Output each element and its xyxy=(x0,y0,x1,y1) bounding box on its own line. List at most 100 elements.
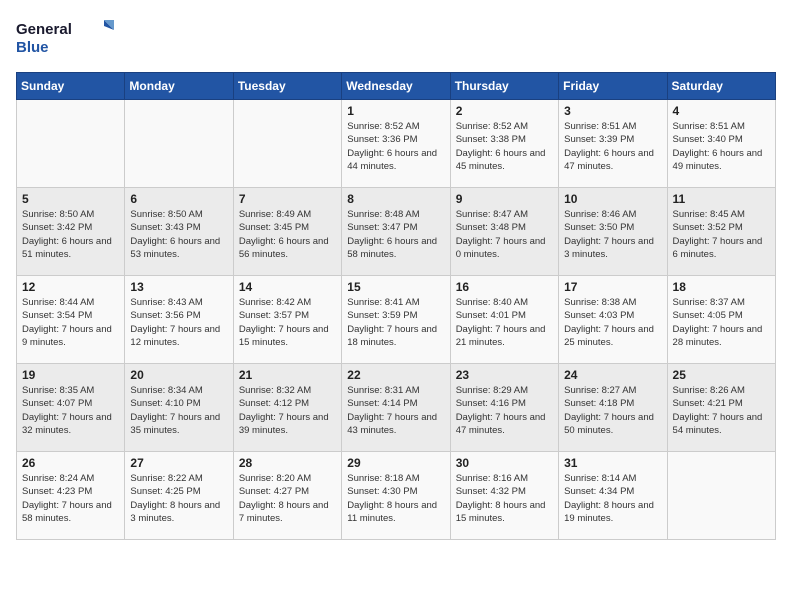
logo-icon: General Blue xyxy=(16,16,116,60)
calendar-cell: 10 Sunrise: 8:46 AMSunset: 3:50 PMDayligh… xyxy=(559,188,667,276)
calendar-cell: 5Sunrise: 8:50 AMSunset: 3:42 PMDaylight… xyxy=(17,188,125,276)
header-saturday: Saturday xyxy=(667,73,775,100)
day-info: Sunrise: 8:41 AMSunset: 3:59 PMDaylight:… xyxy=(347,296,444,349)
day-info: Sunrise: 8:14 AMSunset: 4:34 PMDaylight:… xyxy=(564,472,661,525)
calendar-cell: 17 Sunrise: 8:38 AMSunset: 4:03 PMDayligh… xyxy=(559,276,667,364)
day-number: 16 xyxy=(456,280,553,294)
day-number: 2 xyxy=(456,104,553,118)
logo: General Blue xyxy=(16,16,116,60)
header-friday: Friday xyxy=(559,73,667,100)
day-info: Sunrise: 8:35 AMSunset: 4:07 PMDaylight:… xyxy=(22,384,119,437)
calendar-cell: 22 Sunrise: 8:31 AMSunset: 4:14 PMDayligh… xyxy=(342,364,450,452)
calendar-week-5: 26 Sunrise: 8:24 AMSunset: 4:23 PMDayligh… xyxy=(17,452,776,540)
day-info: Sunrise: 8:52 AMSunset: 3:36 PMDaylight:… xyxy=(347,120,444,173)
day-number: 27 xyxy=(130,456,227,470)
calendar-week-1: 1 Sunrise: 8:52 AMSunset: 3:36 PMDaylight… xyxy=(17,100,776,188)
calendar-cell: 12Sunrise: 8:44 AMSunset: 3:54 PMDayligh… xyxy=(17,276,125,364)
calendar-table: SundayMondayTuesdayWednesdayThursdayFrid… xyxy=(16,72,776,540)
header-thursday: Thursday xyxy=(450,73,558,100)
day-number: 19 xyxy=(22,368,119,382)
day-number: 1 xyxy=(347,104,444,118)
day-number: 12 xyxy=(22,280,119,294)
day-number: 26 xyxy=(22,456,119,470)
day-info: Sunrise: 8:46 AMSunset: 3:50 PMDaylight:… xyxy=(564,208,661,261)
day-number: 28 xyxy=(239,456,336,470)
calendar-cell: 26 Sunrise: 8:24 AMSunset: 4:23 PMDayligh… xyxy=(17,452,125,540)
day-number: 25 xyxy=(673,368,770,382)
day-number: 17 xyxy=(564,280,661,294)
calendar-week-3: 12Sunrise: 8:44 AMSunset: 3:54 PMDayligh… xyxy=(17,276,776,364)
day-info: Sunrise: 8:48 AMSunset: 3:47 PMDaylight:… xyxy=(347,208,444,261)
calendar-cell: 3 Sunrise: 8:51 AMSunset: 3:39 PMDaylight… xyxy=(559,100,667,188)
day-number: 8 xyxy=(347,192,444,206)
day-info: Sunrise: 8:29 AMSunset: 4:16 PMDaylight:… xyxy=(456,384,553,437)
day-info: Sunrise: 8:50 AMSunset: 3:43 PMDaylight:… xyxy=(130,208,227,261)
calendar-cell: 25 Sunrise: 8:26 AMSunset: 4:21 PMDayligh… xyxy=(667,364,775,452)
svg-text:General: General xyxy=(16,21,72,38)
calendar-cell: 2 Sunrise: 8:52 AMSunset: 3:38 PMDaylight… xyxy=(450,100,558,188)
svg-text:Blue: Blue xyxy=(16,39,49,56)
day-number: 15 xyxy=(347,280,444,294)
day-info: Sunrise: 8:38 AMSunset: 4:03 PMDaylight:… xyxy=(564,296,661,349)
page-header: General Blue xyxy=(16,16,776,60)
day-number: 18 xyxy=(673,280,770,294)
calendar-cell: 1 Sunrise: 8:52 AMSunset: 3:36 PMDaylight… xyxy=(342,100,450,188)
day-info: Sunrise: 8:18 AMSunset: 4:30 PMDaylight:… xyxy=(347,472,444,525)
calendar-cell xyxy=(233,100,341,188)
day-info: Sunrise: 8:20 AMSunset: 4:27 PMDaylight:… xyxy=(239,472,336,525)
day-info: Sunrise: 8:52 AMSunset: 3:38 PMDaylight:… xyxy=(456,120,553,173)
day-number: 9 xyxy=(456,192,553,206)
day-info: Sunrise: 8:22 AMSunset: 4:25 PMDaylight:… xyxy=(130,472,227,525)
day-info: Sunrise: 8:45 AMSunset: 3:52 PMDaylight:… xyxy=(673,208,770,261)
day-info: Sunrise: 8:49 AMSunset: 3:45 PMDaylight:… xyxy=(239,208,336,261)
calendar-cell: 13 Sunrise: 8:43 AMSunset: 3:56 PMDayligh… xyxy=(125,276,233,364)
day-info: Sunrise: 8:16 AMSunset: 4:32 PMDaylight:… xyxy=(456,472,553,525)
day-number: 20 xyxy=(130,368,227,382)
day-info: Sunrise: 8:40 AMSunset: 4:01 PMDaylight:… xyxy=(456,296,553,349)
header-sunday: Sunday xyxy=(17,73,125,100)
calendar-cell: 28 Sunrise: 8:20 AMSunset: 4:27 PMDayligh… xyxy=(233,452,341,540)
day-number: 13 xyxy=(130,280,227,294)
calendar-cell xyxy=(667,452,775,540)
day-number: 6 xyxy=(130,192,227,206)
day-number: 24 xyxy=(564,368,661,382)
calendar-cell: 20 Sunrise: 8:34 AMSunset: 4:10 PMDayligh… xyxy=(125,364,233,452)
calendar-cell: 24 Sunrise: 8:27 AMSunset: 4:18 PMDayligh… xyxy=(559,364,667,452)
calendar-cell: 14Sunrise: 8:42 AMSunset: 3:57 PMDayligh… xyxy=(233,276,341,364)
calendar-week-4: 19 Sunrise: 8:35 AMSunset: 4:07 PMDayligh… xyxy=(17,364,776,452)
day-info: Sunrise: 8:50 AMSunset: 3:42 PMDaylight:… xyxy=(22,208,119,261)
day-number: 31 xyxy=(564,456,661,470)
day-number: 10 xyxy=(564,192,661,206)
day-number: 29 xyxy=(347,456,444,470)
day-info: Sunrise: 8:43 AMSunset: 3:56 PMDaylight:… xyxy=(130,296,227,349)
day-info: Sunrise: 8:47 AMSunset: 3:48 PMDaylight:… xyxy=(456,208,553,261)
calendar-cell: 11Sunrise: 8:45 AMSunset: 3:52 PMDayligh… xyxy=(667,188,775,276)
calendar-cell: 8 Sunrise: 8:48 AMSunset: 3:47 PMDaylight… xyxy=(342,188,450,276)
header-monday: Monday xyxy=(125,73,233,100)
calendar-cell: 9 Sunrise: 8:47 AMSunset: 3:48 PMDaylight… xyxy=(450,188,558,276)
header-tuesday: Tuesday xyxy=(233,73,341,100)
day-info: Sunrise: 8:26 AMSunset: 4:21 PMDaylight:… xyxy=(673,384,770,437)
calendar-cell: 16 Sunrise: 8:40 AMSunset: 4:01 PMDayligh… xyxy=(450,276,558,364)
day-info: Sunrise: 8:27 AMSunset: 4:18 PMDaylight:… xyxy=(564,384,661,437)
calendar-cell: 19 Sunrise: 8:35 AMSunset: 4:07 PMDayligh… xyxy=(17,364,125,452)
day-info: Sunrise: 8:31 AMSunset: 4:14 PMDaylight:… xyxy=(347,384,444,437)
day-number: 14 xyxy=(239,280,336,294)
day-number: 22 xyxy=(347,368,444,382)
day-number: 3 xyxy=(564,104,661,118)
day-info: Sunrise: 8:34 AMSunset: 4:10 PMDaylight:… xyxy=(130,384,227,437)
calendar-header-row: SundayMondayTuesdayWednesdayThursdayFrid… xyxy=(17,73,776,100)
day-number: 4 xyxy=(673,104,770,118)
calendar-cell xyxy=(17,100,125,188)
calendar-cell: 21Sunrise: 8:32 AMSunset: 4:12 PMDayligh… xyxy=(233,364,341,452)
day-info: Sunrise: 8:51 AMSunset: 3:39 PMDaylight:… xyxy=(564,120,661,173)
calendar-cell: 18Sunrise: 8:37 AMSunset: 4:05 PMDayligh… xyxy=(667,276,775,364)
day-info: Sunrise: 8:24 AMSunset: 4:23 PMDaylight:… xyxy=(22,472,119,525)
calendar-cell: 30Sunrise: 8:16 AMSunset: 4:32 PMDayligh… xyxy=(450,452,558,540)
day-info: Sunrise: 8:32 AMSunset: 4:12 PMDaylight:… xyxy=(239,384,336,437)
calendar-cell: 23Sunrise: 8:29 AMSunset: 4:16 PMDayligh… xyxy=(450,364,558,452)
calendar-cell xyxy=(125,100,233,188)
calendar-cell: 6 Sunrise: 8:50 AMSunset: 3:43 PMDaylight… xyxy=(125,188,233,276)
calendar-week-2: 5Sunrise: 8:50 AMSunset: 3:42 PMDaylight… xyxy=(17,188,776,276)
header-wednesday: Wednesday xyxy=(342,73,450,100)
